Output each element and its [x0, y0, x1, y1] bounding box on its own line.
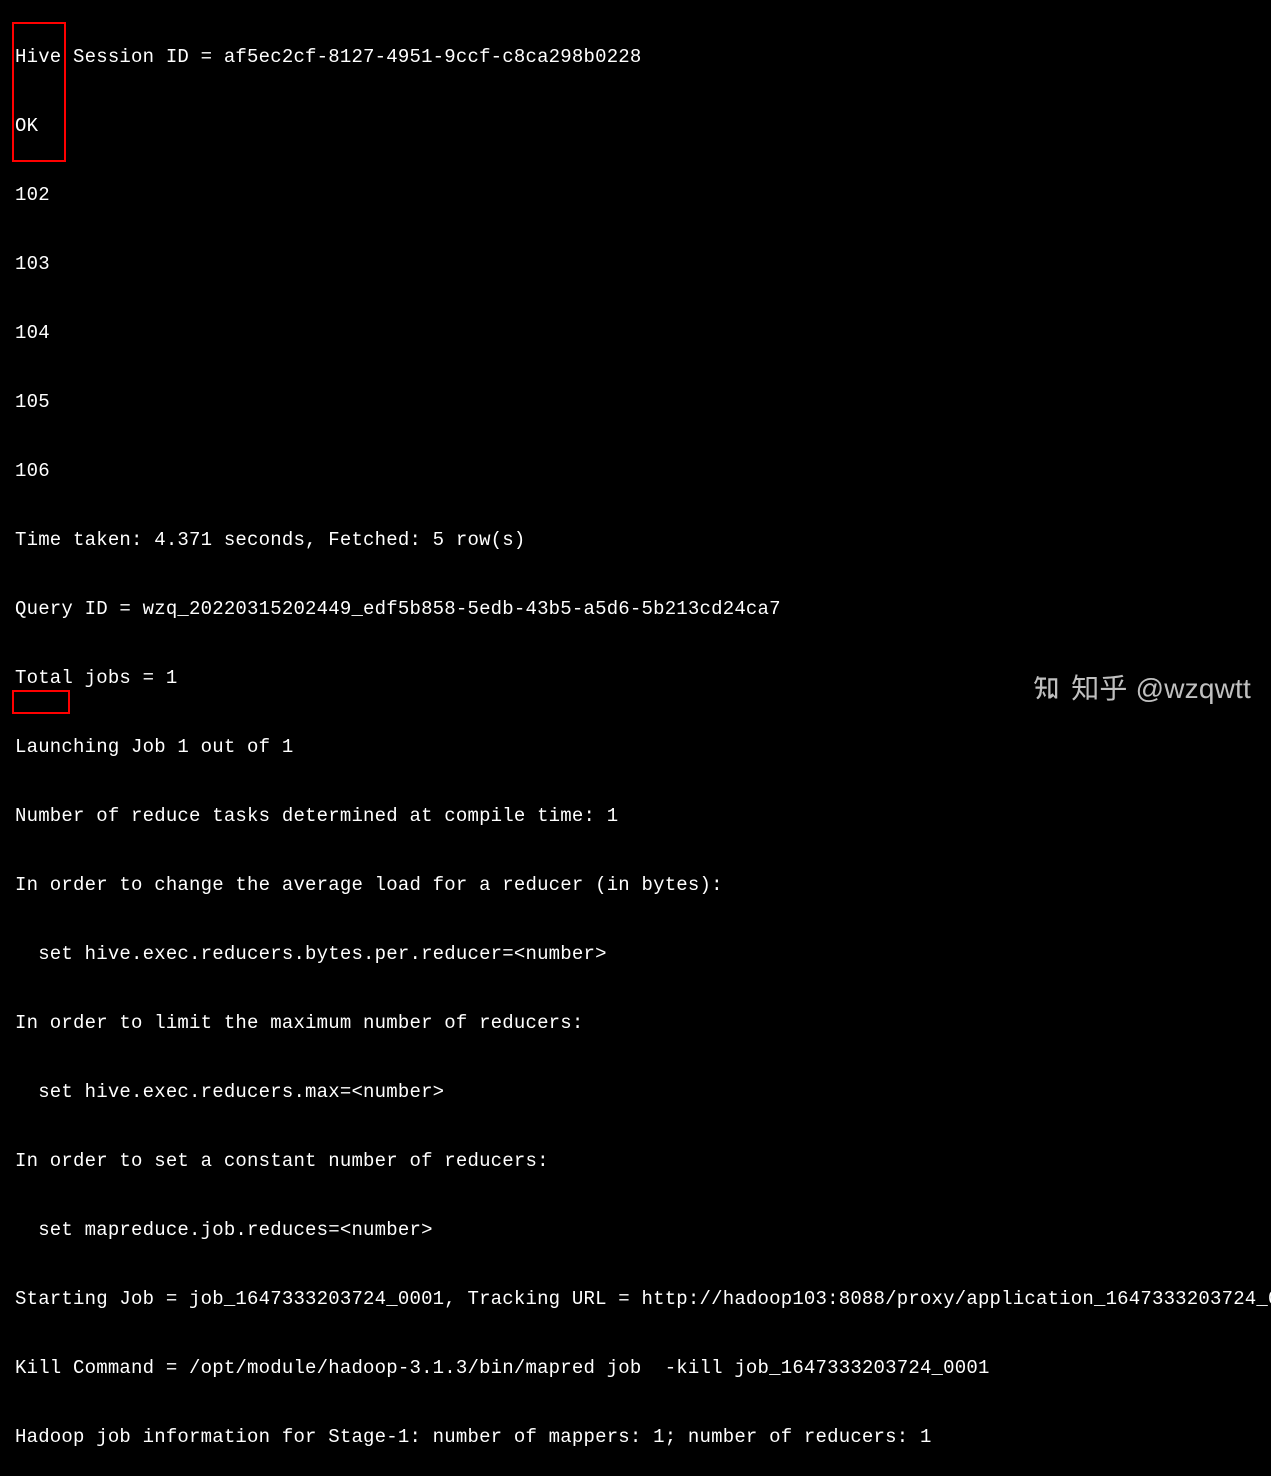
- zhihu-icon: [1031, 673, 1061, 703]
- terminal-line: set hive.exec.reducers.max=<number>: [0, 1081, 1271, 1104]
- terminal-line: Hadoop job information for Stage-1: numb…: [0, 1426, 1271, 1449]
- terminal-line: Number of reduce tasks determined at com…: [0, 805, 1271, 828]
- watermark-text: 知乎 @wzqwtt: [1071, 677, 1251, 700]
- terminal-line: 105: [0, 391, 1271, 414]
- terminal-line: 104: [0, 322, 1271, 345]
- terminal-line: 102: [0, 184, 1271, 207]
- terminal-line: 103: [0, 253, 1271, 276]
- terminal-output: Hive Session ID = af5ec2cf-8127-4951-9cc…: [0, 0, 1271, 1476]
- terminal-line: OK: [0, 115, 1271, 138]
- terminal-line: In order to limit the maximum number of …: [0, 1012, 1271, 1035]
- watermark: 知乎 @wzqwtt: [1031, 673, 1251, 703]
- terminal-line: In order to set a constant number of red…: [0, 1150, 1271, 1173]
- terminal-line: Kill Command = /opt/module/hadoop-3.1.3/…: [0, 1357, 1271, 1380]
- terminal-line: set mapreduce.job.reduces=<number>: [0, 1219, 1271, 1242]
- terminal-line: Time taken: 4.371 seconds, Fetched: 5 ro…: [0, 529, 1271, 552]
- terminal-line: Hive Session ID = af5ec2cf-8127-4951-9cc…: [0, 46, 1271, 69]
- terminal-line: Launching Job 1 out of 1: [0, 736, 1271, 759]
- terminal-line: 106: [0, 460, 1271, 483]
- terminal-line: Starting Job = job_1647333203724_0001, T…: [0, 1288, 1271, 1311]
- terminal-line: set hive.exec.reducers.bytes.per.reducer…: [0, 943, 1271, 966]
- terminal-line: In order to change the average load for …: [0, 874, 1271, 897]
- terminal-line: Query ID = wzq_20220315202449_edf5b858-5…: [0, 598, 1271, 621]
